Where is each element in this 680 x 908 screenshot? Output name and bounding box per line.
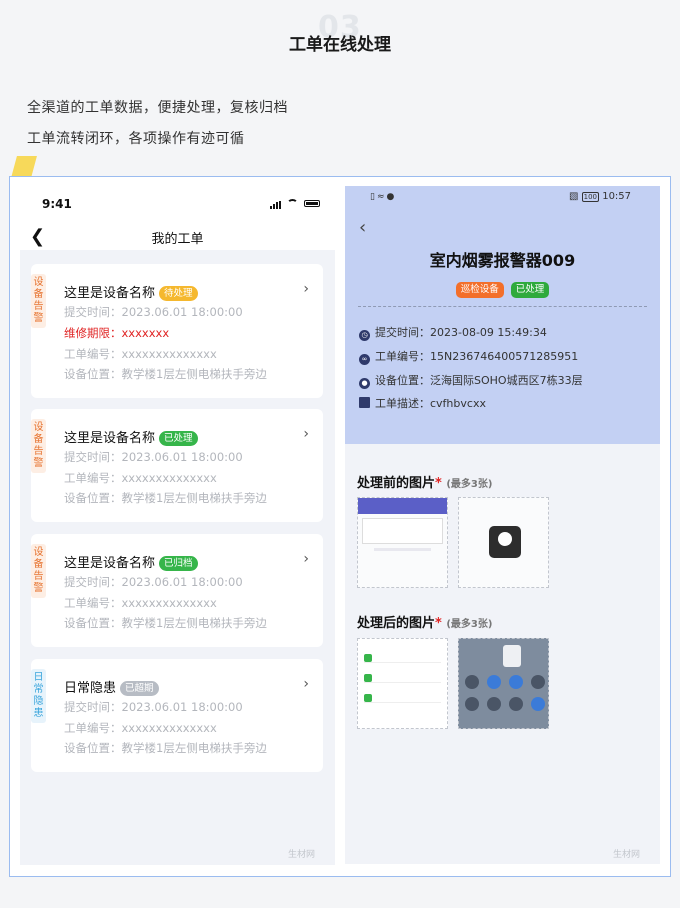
work-order-card[interactable]: 设备告警 这里是设备名称 已归档 › 提交时间：2023.06.01 18:00:… — [31, 534, 323, 647]
work-order-detail-screen: ▯≈● ▧ 100 10:57 ‹ 室内烟雾报警器009 巡检设备 已处理 ◷ 提… — [345, 186, 660, 864]
work-order-list-screen: 9:41 ❮ 我的工单 设备告警 这里是设备名称 待处理 › 提交时间：2023.… — [20, 188, 335, 865]
wifi-icon — [287, 199, 298, 208]
chevron-right-icon[interactable]: › — [303, 281, 309, 297]
status-icons-left: ▯≈● — [370, 192, 397, 202]
nav-title: 我的工单 — [151, 232, 204, 247]
category-tag: 日常隐患 — [31, 669, 46, 723]
category-tag: 设备告警 — [31, 419, 46, 473]
chevron-right-icon[interactable]: › — [303, 426, 309, 442]
clock-icon: ◷ — [359, 330, 370, 341]
warning-icon — [489, 526, 521, 558]
dashed-divider — [358, 306, 647, 307]
nav-bar: ❮ 我的工单 — [20, 224, 335, 250]
status-badge: 已处理 — [510, 282, 550, 298]
order-number: 工单编号：xxxxxxxxxxxxxx — [64, 596, 217, 610]
category-tag: 设备告警 — [31, 274, 46, 328]
wave-divider — [345, 432, 660, 441]
after-images-title: 处理后的图片* (最多3张) — [357, 616, 493, 631]
order-number-row: ∞ 工单编号：15N236746400571285951 — [359, 348, 578, 365]
bookmark-icon — [359, 397, 370, 408]
card-title: 这里是设备名称 已处理 — [64, 427, 198, 446]
status-bar: 9:41 — [20, 188, 335, 224]
status-bar-right: ▧ 100 10:57 — [569, 191, 632, 202]
status-time: 10:57 — [602, 191, 632, 202]
before-image-2[interactable] — [458, 497, 549, 588]
submit-time: 提交时间：2023.06.01 18:00:00 — [64, 450, 243, 464]
work-order-card[interactable]: 设备告警 这里是设备名称 待处理 › 提交时间：2023.06.01 18:00:… — [31, 264, 323, 398]
description-row: 工单描述：cvfhbvcxx — [359, 395, 486, 411]
location-pin-icon: ● — [359, 378, 370, 389]
signal-icon — [270, 201, 281, 209]
card-title: 这里是设备名称 已归档 — [64, 552, 198, 571]
device-location: 设备位置：教学楼1层左侧电梯扶手旁边 — [64, 367, 267, 381]
device-location: 设备位置：教学楼1层左侧电梯扶手旁边 — [64, 616, 267, 630]
card-title: 日常隐患 已超期 — [64, 677, 159, 696]
submit-time: 提交时间：2023.06.01 18:00:00 — [64, 305, 243, 319]
battery-icon — [304, 200, 320, 207]
status-badge: 待处理 — [159, 286, 198, 301]
after-image-1[interactable] — [357, 638, 448, 729]
submit-time: 提交时间：2023.06.01 18:00:00 — [64, 575, 243, 589]
description-line-2: 工单流转闭环，各项操作有迹可循 — [27, 131, 245, 147]
type-badge: 巡检设备 — [455, 282, 504, 298]
chevron-right-icon[interactable]: › — [303, 551, 309, 567]
watermark: 生材网 — [288, 850, 316, 860]
status-badge: 已超期 — [120, 681, 159, 696]
link-icon: ∞ — [359, 354, 370, 365]
chevron-right-icon[interactable]: › — [303, 676, 309, 692]
card-title: 这里是设备名称 待处理 — [64, 282, 198, 301]
after-image-2[interactable] — [458, 638, 549, 729]
order-number: 工单编号：xxxxxxxxxxxxxx — [64, 471, 217, 485]
device-location: 设备位置：教学楼1层左侧电梯扶手旁边 — [64, 741, 267, 755]
status-badge: 已归档 — [159, 556, 198, 571]
before-image-1[interactable] — [357, 497, 448, 588]
order-number: 工单编号：xxxxxxxxxxxxxx — [64, 347, 217, 361]
location-row: ● 设备位置：泛海国际SOHO城西区7栋33层 — [359, 372, 583, 389]
battery-icon: 100 — [581, 192, 600, 202]
description-line-1: 全渠道的工单数据，便捷处理，复核归档 — [27, 100, 288, 116]
page-title: 工单在线处理 — [289, 35, 391, 55]
status-badge: 已处理 — [159, 431, 198, 446]
submit-time: 提交时间：2023.06.01 18:00:00 — [64, 700, 243, 714]
work-order-card[interactable]: 日常隐患 日常隐患 已超期 › 提交时间：2023.06.01 18:00:00 … — [31, 659, 323, 772]
before-images-title: 处理前的图片* (最多3张) — [357, 476, 493, 491]
device-location: 设备位置：教学楼1层左侧电梯扶手旁边 — [64, 491, 267, 505]
deadline: 维修期限：xxxxxxx — [64, 326, 170, 340]
work-order-card[interactable]: 设备告警 这里是设备名称 已处理 › 提交时间：2023.06.01 18:00:… — [31, 409, 323, 522]
order-number: 工单编号：xxxxxxxxxxxxxx — [64, 721, 217, 735]
status-badges: 巡检设备 已处理 — [345, 277, 660, 298]
category-tag: 设备告警 — [31, 544, 46, 598]
chevron-left-icon[interactable]: ‹ — [359, 217, 366, 238]
decorative-marker — [11, 156, 37, 178]
watermark: 生材网 — [613, 850, 641, 860]
status-time: 9:41 — [42, 197, 72, 211]
submit-time-row: ◷ 提交时间：2023-08-09 15:49:34 — [359, 324, 547, 341]
device-title: 室内烟雾报警器009 — [429, 251, 576, 270]
